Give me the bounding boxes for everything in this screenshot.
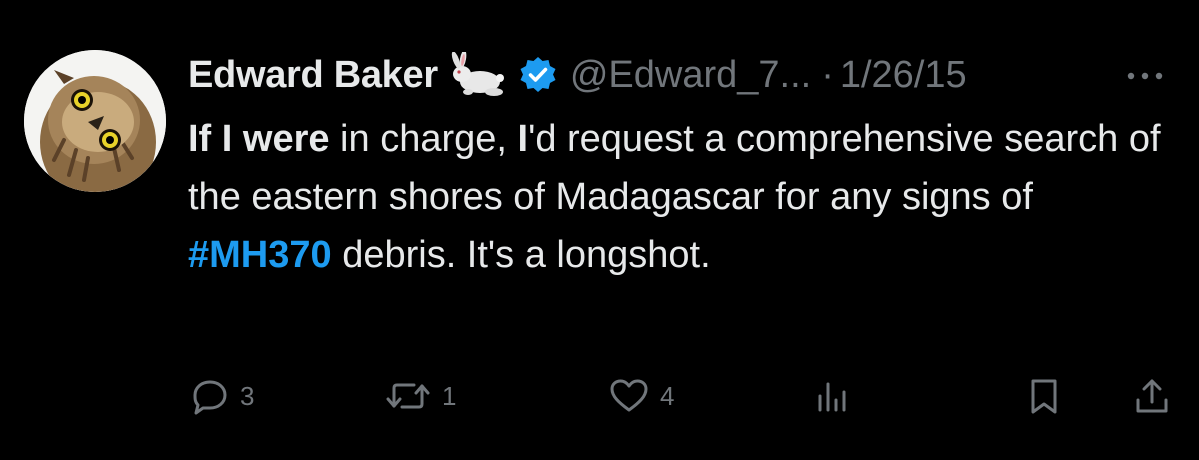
- text-segment: I: [517, 118, 529, 160]
- like-icon: [608, 376, 650, 416]
- avatar[interactable]: [24, 50, 166, 192]
- hashtag-link[interactable]: #MH370: [188, 234, 332, 276]
- retweet-icon: [384, 376, 432, 416]
- tweet-card[interactable]: Edward Baker @Edward_7... · 1/26/15 If I…: [0, 0, 1199, 460]
- text-segment: If I were: [188, 118, 330, 160]
- share-icon: [1132, 376, 1172, 416]
- more-icon[interactable]: [1125, 66, 1165, 86]
- reply-button[interactable]: 3: [190, 372, 254, 420]
- tweet-text: If I were in charge, I'd request a compr…: [188, 110, 1178, 284]
- tweet-header: Edward Baker @Edward_7... · 1/26/15: [188, 50, 967, 100]
- action-bar: 3 1 4: [188, 372, 1178, 420]
- bookmark-button[interactable]: [1026, 372, 1062, 420]
- reply-count: 3: [240, 380, 255, 411]
- like-count: 4: [660, 380, 675, 411]
- text-segment: in charge,: [329, 118, 518, 160]
- tweet-date[interactable]: 1/26/15: [840, 54, 967, 97]
- verified-badge-icon: [518, 55, 558, 95]
- retweet-count: 1: [442, 380, 457, 411]
- reply-icon: [190, 376, 230, 416]
- rabbit-emoji-icon: [450, 50, 508, 98]
- views-button[interactable]: [812, 372, 852, 420]
- retweet-button[interactable]: 1: [384, 372, 456, 420]
- share-button[interactable]: [1132, 372, 1172, 420]
- text-segment: debris. It's a longshot.: [331, 234, 711, 276]
- user-handle[interactable]: @Edward_7...: [570, 54, 811, 97]
- separator-dot: ·: [821, 53, 834, 96]
- bookmark-icon: [1026, 376, 1062, 416]
- display-name[interactable]: Edward Baker: [188, 54, 438, 97]
- views-icon: [812, 376, 852, 416]
- like-button[interactable]: 4: [608, 372, 674, 420]
